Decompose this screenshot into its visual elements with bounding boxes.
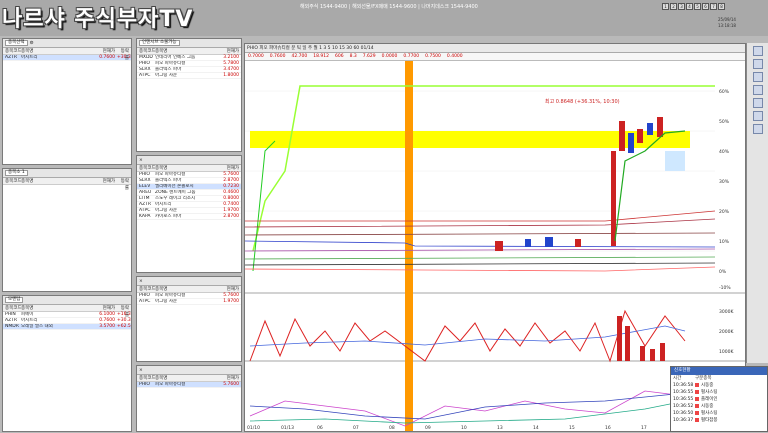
table-row[interactable]: ATPC 아그링 사운 1.9700	[137, 299, 241, 305]
signal-row[interactable]: 10:36:58 시동중	[671, 382, 767, 389]
table-row[interactable]: NMDR 오레일 멀스 내외 3.5700 +62.5	[3, 324, 131, 330]
chart-info-bar: 0.7000 0.7600 42.700 18.912 606 8.3 7.629 0.000…	[245, 53, 745, 61]
panel-header: 모멘텀	[3, 296, 131, 305]
signal-title: 신호현황	[671, 367, 767, 375]
horizontal-line-icon[interactable]	[752, 72, 763, 82]
watchlist-panel-1: 종목선택 ⚙ 종목코드 종목명 현재가 등락률 AZTR 아지트리 0.7600 +30.3	[2, 38, 132, 165]
axis-label: 40%	[719, 149, 730, 155]
window-button[interactable]: 1	[662, 3, 669, 10]
date-label: 14	[533, 425, 539, 431]
date-label: 10	[461, 425, 467, 431]
zoom-icon[interactable]	[752, 111, 763, 121]
panel-header: ×	[137, 277, 241, 286]
clock-time: 13:18:18	[718, 23, 736, 28]
panel-header: 종목소 1	[3, 169, 131, 178]
chart-tool-sidebar	[746, 43, 768, 363]
crosshair-icon[interactable]	[752, 46, 763, 56]
table-header: 종목코드 종목명 현재가 등락률	[3, 178, 131, 191]
settings-icon[interactable]: ⚙	[30, 41, 34, 46]
signal-marker-icon	[695, 383, 699, 387]
eraser-icon[interactable]	[752, 124, 763, 134]
signal-header: 시간 구분 종목	[673, 376, 712, 381]
date-label: 01/13	[281, 425, 294, 431]
signal-marker-icon	[695, 418, 699, 422]
table-header: 종목코드 종목명 현재가 등락률	[3, 48, 131, 61]
window-button[interactable]: 5	[694, 3, 701, 10]
date-label: 07	[353, 425, 359, 431]
window-button[interactable]: 8	[718, 3, 725, 10]
signal-row[interactable]: 10:36:55 펄사스팅	[671, 389, 767, 396]
axis-label: 0%	[719, 269, 727, 275]
brand-logo: 나르샤 주식부자TV	[2, 7, 194, 32]
signal-row[interactable]: 10:36:50 펄사스팅	[671, 410, 767, 417]
table-header: 종목코드 종목명 현재가 등락률	[3, 305, 131, 318]
axis-label: 2000K	[719, 329, 734, 335]
panel-header: 인텐시브 소울가능	[137, 39, 241, 48]
window-button[interactable]: 4	[686, 3, 693, 10]
signal-row[interactable]: 10:36:55 플레이인	[671, 396, 767, 403]
close-icon[interactable]: ×	[139, 368, 143, 373]
window-button[interactable]: 7	[710, 3, 717, 10]
axis-label: 50%	[719, 119, 730, 125]
date-label: 09	[425, 425, 431, 431]
table-row[interactable]: PHIO 피오 파마슈티컬 5.7600	[137, 382, 241, 388]
axis-label: 10%	[719, 239, 730, 245]
date-label: 06	[317, 425, 323, 431]
peak-label: 최고 0.8648 (+36.31%, 10:30)	[545, 98, 620, 105]
table-row[interactable]: KAPA 카이로스 파마 2.8700	[137, 214, 241, 220]
event-marker-bar	[405, 61, 413, 431]
watchlist-panel-6: × 종목코드 종목명 현재가 PHIO 피오 파마슈티컬 5.7600 ATPC 아그링 …	[136, 276, 242, 362]
date-label: 08	[389, 425, 395, 431]
date-label: 13	[497, 425, 503, 431]
fibonacci-icon[interactable]	[752, 98, 763, 108]
watchlist-panel-4: × 종목코드 종목명 현재가 PHIO 피오 파마슈티컬 5.7600 SLRX 솔라텍스…	[136, 155, 242, 273]
panel-header: ×	[137, 366, 241, 375]
table-row[interactable]: AZTR 아지트리 0.7600 +30.3	[3, 55, 131, 61]
window-button[interactable]: 6	[702, 3, 709, 10]
code-select[interactable]: 인텐시브 소울가능	[139, 40, 180, 46]
signal-marker-icon	[695, 390, 699, 394]
contact-ticker: 해외주식 1544-9400 | 해외선물/FX매매 1544-9600 | 나…	[300, 4, 478, 10]
chart-toolbar[interactable]: PHIO 피오 파마슈티컬 분 틱 일 주 월 1 3 5 10 15 30 6…	[245, 44, 745, 53]
axis-label: 20%	[719, 209, 730, 215]
axis-label: 30%	[719, 179, 730, 185]
code-select[interactable]: 종목소 1	[5, 170, 28, 176]
date-label: 01/10	[247, 425, 260, 431]
signal-row[interactable]: 10:36:37 펄타잡봉	[671, 417, 767, 424]
trendline-icon[interactable]	[752, 59, 763, 69]
watchlist-panel-2: 인텐시브 소울가능 종목코드 종목명 현재가 MXDD 인테리어 인베스 그룹 3.21…	[136, 38, 242, 152]
table-header: 종목코드 종목명 현재가	[137, 48, 241, 55]
window-button[interactable]: 3	[678, 3, 685, 10]
axis-label: 3000K	[719, 309, 734, 315]
signal-marker-icon	[695, 404, 699, 408]
table-header: 종목코드 종목명 현재가	[137, 375, 241, 382]
signal-row[interactable]: 10:36:52 시동중	[671, 403, 767, 410]
window-buttons: 1 2 3 4 5 6 7 8	[662, 3, 725, 10]
date-label: 17	[641, 425, 647, 431]
watchlist-panel-7: × 종목코드 종목명 현재가 PHIO 피오 파마슈티컬 5.7600	[136, 365, 242, 432]
clock: 25/09/14 13:18:18	[718, 17, 736, 29]
close-icon[interactable]: ×	[139, 279, 143, 284]
table-row[interactable]: ATPC 아그링 사운 1.8000	[137, 73, 241, 79]
table-header: 종목코드 종목명 현재가	[137, 286, 241, 293]
code-select[interactable]: 모멘텀	[5, 297, 24, 303]
watchlist-panel-3: 종목소 1 종목코드 종목명 현재가 등락률	[2, 168, 132, 292]
date-label: 16	[605, 425, 611, 431]
code-select[interactable]: 종목선택	[5, 40, 28, 46]
watchlist-panel-5: 모멘텀 종목코드 종목명 현재가 등락률 PHIN 피에이 6.1000 +16.3 AZT…	[2, 295, 132, 432]
window-button[interactable]: 2	[670, 3, 677, 10]
panel-header: 종목선택 ⚙	[3, 39, 131, 48]
axis-label: 1000K	[719, 349, 734, 355]
table-header: 종목코드 종목명 현재가	[137, 165, 241, 172]
close-icon[interactable]: ×	[139, 158, 143, 163]
panel-header: ×	[137, 156, 241, 165]
signal-panel: 신호현황 시간 구분 종목 10:36:58 시동중 10:36:55 펄사스팅 10:…	[670, 366, 768, 432]
text-tool-icon[interactable]	[752, 85, 763, 95]
signal-marker-icon	[695, 397, 699, 401]
axis-label: -10%	[719, 285, 731, 291]
signal-marker-icon	[695, 411, 699, 415]
date-label: 15	[569, 425, 575, 431]
axis-label: 60%	[719, 89, 730, 95]
